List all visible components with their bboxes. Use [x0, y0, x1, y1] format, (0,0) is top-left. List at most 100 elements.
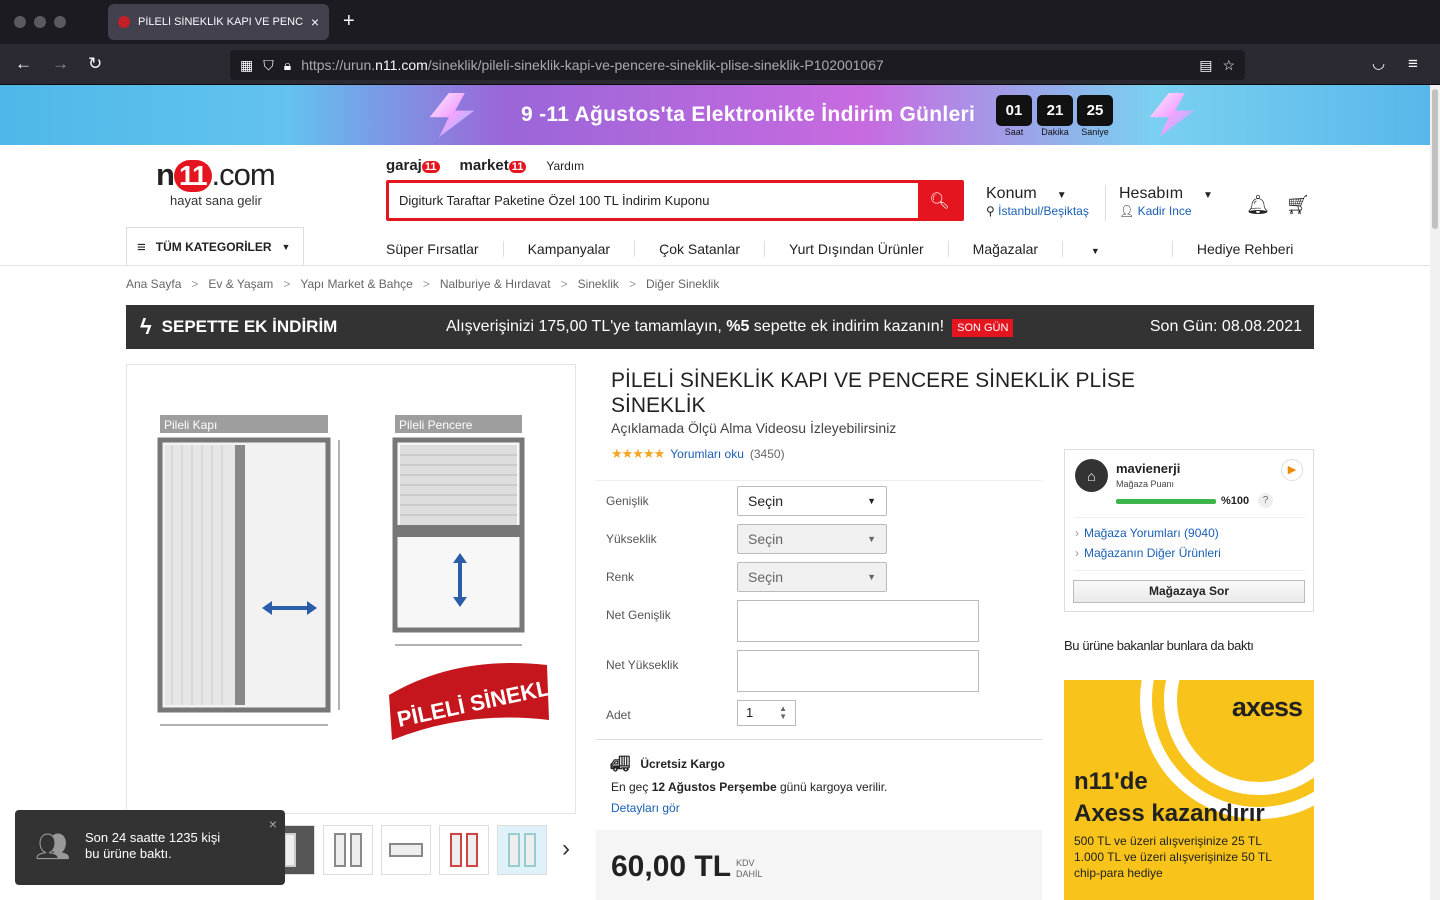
nav-hediye-rehberi[interactable]: Hediye Rehberi — [1197, 241, 1318, 257]
thumbnail[interactable] — [497, 825, 547, 875]
product-image[interactable]: Pileli Kapı Pileli Pencere PİLELİ SİNEKL… — [126, 364, 576, 814]
url-text[interactable]: https://urun.n11.com/sineklik/pileli-sin… — [301, 57, 1189, 73]
search-button[interactable]: 🔍︎ — [918, 183, 961, 218]
chevron-right-icon: › — [1075, 546, 1079, 560]
cart-icon[interactable]: 🛒︎ — [1286, 193, 1310, 217]
thumbnail-strip — [265, 825, 547, 875]
promo-banner[interactable]: 9 -11 Ağustos'ta Elektronikte İndirim Gü… — [0, 85, 1440, 145]
maximize-window-button[interactable] — [54, 16, 66, 28]
seller-score: %100 — [1221, 495, 1250, 507]
ad-headline-2: Axess kazandırır — [1074, 800, 1265, 827]
account-name: Kadir Ince — [1137, 204, 1192, 218]
location-pin-icon: ⚲ — [986, 204, 995, 218]
breadcrumb-item[interactable]: Ev & Yaşam — [208, 277, 273, 291]
breadcrumb-item[interactable]: Ana Sayfa — [126, 277, 181, 291]
product-illustration: Pileli Kapı Pileli Pencere PİLELİ SİNEKL… — [157, 415, 574, 740]
divider — [1075, 570, 1305, 571]
all-categories-button[interactable]: ≡ TÜM KATEGORİLER ▼ — [126, 227, 304, 266]
truck-icon: 🚚︎ — [610, 756, 631, 773]
page-scrollbar[interactable] — [1430, 85, 1440, 900]
garaj-link[interactable]: garaj 11 — [386, 157, 440, 174]
countdown-label: Saat — [1004, 127, 1024, 137]
tab-close-icon[interactable]: × — [311, 14, 319, 30]
ask-store-button[interactable]: Mağazaya Sor — [1073, 580, 1305, 603]
people-icon: 👥︎ — [35, 831, 71, 862]
nav-magazalar-label: Mağazalar — [972, 241, 1064, 257]
color-select[interactable]: Seçin ▼ — [737, 562, 887, 592]
height-select[interactable]: Seçin ▼ — [737, 524, 887, 554]
promo-text: 9 -11 Ağustos'ta Elektronikte İndirim Gü… — [521, 103, 976, 126]
market-link[interactable]: market 11 — [460, 157, 527, 174]
axess-ad[interactable]: axess n11'de Axess kazandırır 500 TL ve … — [1064, 680, 1314, 900]
breadcrumb-item[interactable]: Diğer Sineklik — [646, 277, 719, 291]
reviews-link[interactable]: Yorumları oku — [670, 447, 744, 461]
basket-discount-title: SEPETTE EK İNDİRİM — [161, 317, 338, 336]
new-tab-button[interactable]: + — [343, 10, 355, 33]
scrollbar-thumb[interactable] — [1432, 89, 1438, 229]
bell-icon[interactable]: 🔔︎ — [1246, 193, 1270, 217]
breadcrumb: Ana Sayfa > Ev & Yaşam > Yapı Market & Bah… — [126, 277, 719, 291]
search-input[interactable] — [389, 183, 918, 218]
ad-sub-3: chip-para hediye — [1074, 866, 1163, 880]
product-subtitle: Açıklamada Ölçü Alma Videosu İzleyebilir… — [611, 420, 897, 436]
seller-name[interactable]: mavienerji — [1116, 461, 1180, 476]
chevron-right-icon[interactable]: › — [562, 835, 570, 863]
net-height-input[interactable] — [737, 650, 979, 692]
breadcrumb-item[interactable]: Nalburiye & Hırdavat — [440, 277, 551, 291]
reload-icon[interactable]: ↻ — [88, 54, 102, 74]
store-reviews-link[interactable]: › Mağaza Yorumları (9040) — [1075, 526, 1219, 540]
thumbnail[interactable] — [439, 825, 489, 875]
url-path: /sineklik/pileli-sineklik-kapi-ve-pencer… — [427, 57, 884, 73]
forward-arrow-icon[interactable]: → — [52, 54, 69, 74]
site-info-icon[interactable]: ▦ — [240, 57, 253, 74]
help-icon[interactable]: ? — [1258, 493, 1273, 508]
net-width-input[interactable] — [737, 600, 979, 642]
bookmark-star-icon[interactable]: ☆ — [1222, 57, 1235, 74]
divider — [1075, 517, 1305, 518]
account-menu[interactable]: Hesabım ▼ 👤︎ Kadir Ince — [1119, 185, 1213, 218]
product-options: Genişlik Seçin ▼ Yükseklik Seçin ▼ Renk Se… — [596, 480, 1042, 740]
browser-tab-active[interactable]: PİLELİ SİNEKLİK KAPI VE PENCERE × — [108, 4, 329, 40]
toast-close-icon[interactable]: × — [269, 816, 277, 832]
price-box: 60,00 TL KDV DAHİL — [596, 830, 1042, 900]
shipping-details-link[interactable]: Detayları gör — [611, 801, 680, 815]
top-links: garaj 11 market 11 Yardım — [386, 157, 584, 174]
thumbnail[interactable] — [323, 825, 373, 875]
breadcrumb-item[interactable]: Yapı Market & Bahçe — [300, 277, 413, 291]
location-selector[interactable]: Konum ▼ ⚲ İstanbul/Beşiktaş — [986, 185, 1089, 218]
reader-view-icon[interactable]: ▤ — [1199, 57, 1212, 74]
window-label: Pileli Pencere — [399, 418, 473, 432]
n11-logo[interactable]: n 11 .com hayat sana gelir — [156, 157, 276, 208]
chevron-down-icon: ▼ — [1056, 190, 1067, 201]
nav-magazalar[interactable]: Mağazalar ▼ — [972, 241, 1173, 257]
quantity-stepper[interactable]: 1 ▲ ▼ — [737, 700, 796, 726]
store-reviews-label: Mağaza Yorumları (9040) — [1084, 526, 1219, 540]
pocket-icon[interactable]: ◡ — [1372, 54, 1385, 72]
shield-icon[interactable]: ⛉ — [263, 57, 274, 74]
thumbnail[interactable] — [381, 825, 431, 875]
breadcrumb-item[interactable]: Sineklik — [578, 277, 619, 291]
nav-super-firsatlar[interactable]: Süper Fırsatlar — [386, 241, 504, 257]
nav-kampanyalar[interactable]: Kampanyalar — [528, 241, 636, 257]
minimize-window-button[interactable] — [34, 16, 46, 28]
last-day-badge: SON GÜN — [952, 319, 1014, 337]
store-other-products-link[interactable]: › Mağazanın Diğer Ürünleri — [1075, 546, 1221, 560]
close-window-button[interactable] — [14, 16, 26, 28]
width-select[interactable]: Seçin ▼ — [737, 486, 887, 516]
lock-icon[interactable]: 🔒︎ — [284, 57, 291, 74]
nav-yurt-disindan[interactable]: Yurt Dışından Ürünler — [789, 241, 949, 257]
menu-hamburger-icon[interactable]: ≡ — [1408, 54, 1418, 74]
detail-date: 12 Ağustos Perşembe — [651, 780, 777, 794]
nav-cok-satanlar[interactable]: Çok Satanlar — [659, 241, 766, 257]
height-label: Yükseklik — [606, 532, 657, 546]
select-value: Seçin — [748, 531, 784, 547]
basket-discount-banner[interactable]: ϟ SEPETTE EK İNDİRİM Alışverişinizi 175,0… — [126, 305, 1314, 349]
countdown-hours: 01 Saat — [996, 95, 1032, 137]
store-icon[interactable]: ⌂ — [1075, 459, 1108, 492]
address-bar[interactable]: ▦ ⛉ 🔒︎ https://urun.n11.com/sineklik/pil… — [230, 50, 1245, 80]
shipping-detail: En geç 12 Ağustos Perşembe günü kargoya … — [611, 780, 887, 794]
stepper-arrows-icon[interactable]: ▲ ▼ — [779, 705, 787, 721]
countdown-value: 21 — [1037, 95, 1073, 126]
back-arrow-icon[interactable]: ← — [15, 54, 32, 74]
help-link[interactable]: Yardım — [546, 159, 584, 173]
